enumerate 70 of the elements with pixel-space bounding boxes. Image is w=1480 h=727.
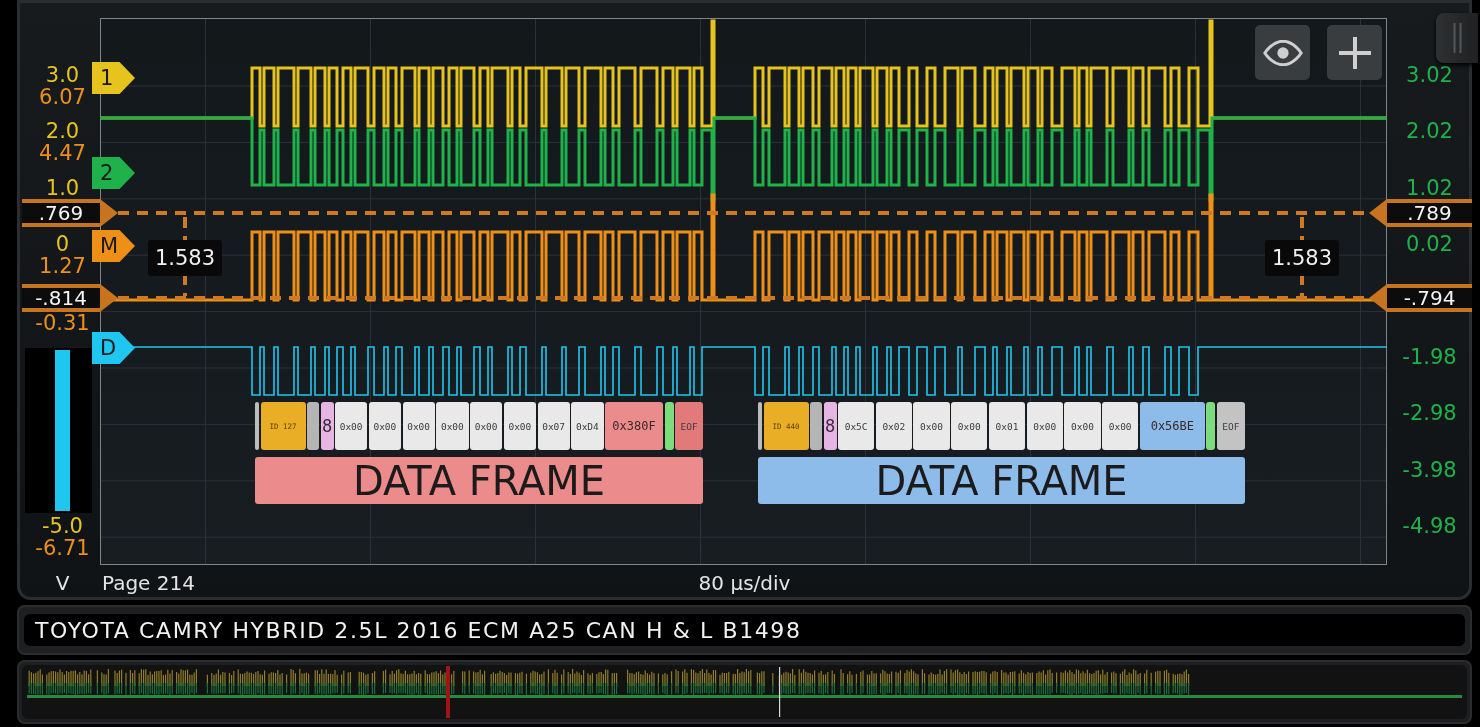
data-byte-segment: 0xD4 — [571, 402, 604, 450]
start-bit-segment — [758, 402, 762, 450]
data-byte-segment: 0x00 — [503, 402, 536, 450]
cursor-delta-label: 1.583 — [148, 240, 222, 276]
unit-label: V — [55, 570, 70, 595]
data-byte-segment: 0x00 — [436, 402, 469, 450]
plus-icon — [1337, 35, 1372, 70]
axis-tick-label: 6.07 — [39, 86, 86, 108]
add-button[interactable] — [1327, 25, 1382, 80]
cursor-pointer-icon[interactable] — [100, 284, 118, 312]
start-bit-segment — [255, 402, 259, 450]
data-byte-segment: 0x00 — [470, 402, 503, 450]
axis-tick-label: 3.0 — [45, 64, 80, 86]
visibility-button[interactable] — [1255, 25, 1310, 80]
axis-tick-label: -5.0 — [42, 515, 83, 537]
view-window-marker[interactable] — [446, 666, 450, 718]
axis-tick-label: 2.0 — [45, 120, 80, 143]
length-segment: 8 — [320, 402, 334, 450]
data-byte-segment: 0x00 — [913, 402, 950, 450]
axis-tick-label: 1.27 — [39, 255, 86, 278]
cursor-pointer-icon[interactable] — [100, 199, 118, 227]
data-byte-segment: 0x02 — [875, 402, 912, 450]
end-of-frame-segment: EOF — [1216, 402, 1245, 450]
data-byte-segment: 0x00 — [335, 402, 368, 450]
ack-segment — [1206, 402, 1216, 450]
data-byte-segment: 0x07 — [537, 402, 570, 450]
data-byte-segment: 0x01 — [988, 402, 1026, 450]
data-byte-segment: 0x00 — [951, 402, 988, 450]
axis-tick-label: -0.31 — [35, 311, 90, 334]
cursor-pointer-icon[interactable] — [1369, 284, 1387, 312]
axis-tick-label: 0 — [55, 233, 70, 256]
timebase-label: 80 µs/div — [698, 570, 791, 595]
data-byte-segment: 0x00 — [1026, 402, 1063, 450]
data-byte-segment: 0x00 — [1102, 402, 1139, 450]
length-segment: 8 — [823, 402, 837, 450]
eye-icon — [1262, 39, 1303, 66]
grip-icon — [1452, 23, 1462, 53]
axis-tick-label: 3.02 — [1406, 64, 1453, 86]
cursor-readout[interactable]: .769 — [22, 199, 100, 227]
axis-tick-label: -2.98 — [1402, 402, 1457, 425]
cursor-delta-label: 1.583 — [1265, 240, 1339, 276]
axis-tick-label: 4.47 — [39, 142, 86, 165]
cursor-readout[interactable]: .789 — [1387, 199, 1472, 227]
axis-tick-label: -6.71 — [35, 537, 90, 559]
data-byte-segment: 0x00 — [1064, 402, 1101, 450]
frame-type-label: DATA FRAME — [255, 457, 703, 504]
position-line — [779, 667, 781, 717]
axis-tick-label: -3.98 — [1402, 458, 1457, 481]
data-byte-segment: 0x00 — [402, 402, 435, 450]
recording-title: TOYOTA CAMRY HYBRID 2.5L 2016 ECM A25 CAN H & L B1498 — [35, 617, 802, 643]
axis-tick-label: 1.0 — [45, 176, 80, 199]
data-byte-segment: 0x5C — [838, 402, 875, 450]
axis-tick-label: 1.02 — [1406, 176, 1453, 199]
checksum-segment: 0x56BE — [1139, 402, 1205, 450]
cursor-pointer-icon[interactable] — [1369, 199, 1387, 227]
control-bits-segment — [307, 402, 319, 450]
data-byte-segment: 0x00 — [368, 402, 401, 450]
checksum-segment: 0x380F — [605, 402, 664, 450]
axis-tick-label: 2.02 — [1406, 120, 1453, 143]
page-label: Page 214 — [102, 570, 195, 595]
side-panel-handle[interactable] — [1436, 13, 1478, 63]
axis-tick-label: -1.98 — [1402, 345, 1457, 368]
control-bits-segment — [810, 402, 822, 450]
axis-tick-label: -4.98 — [1402, 515, 1457, 537]
cursor-readout[interactable]: -.794 — [1387, 284, 1472, 312]
end-of-frame-segment: EOF — [675, 402, 704, 450]
ack-segment — [664, 402, 674, 450]
frame-type-label: DATA FRAME — [758, 457, 1245, 504]
axis-tick-label: 0.02 — [1406, 233, 1453, 256]
cursor-readout[interactable]: -.814 — [22, 284, 100, 312]
